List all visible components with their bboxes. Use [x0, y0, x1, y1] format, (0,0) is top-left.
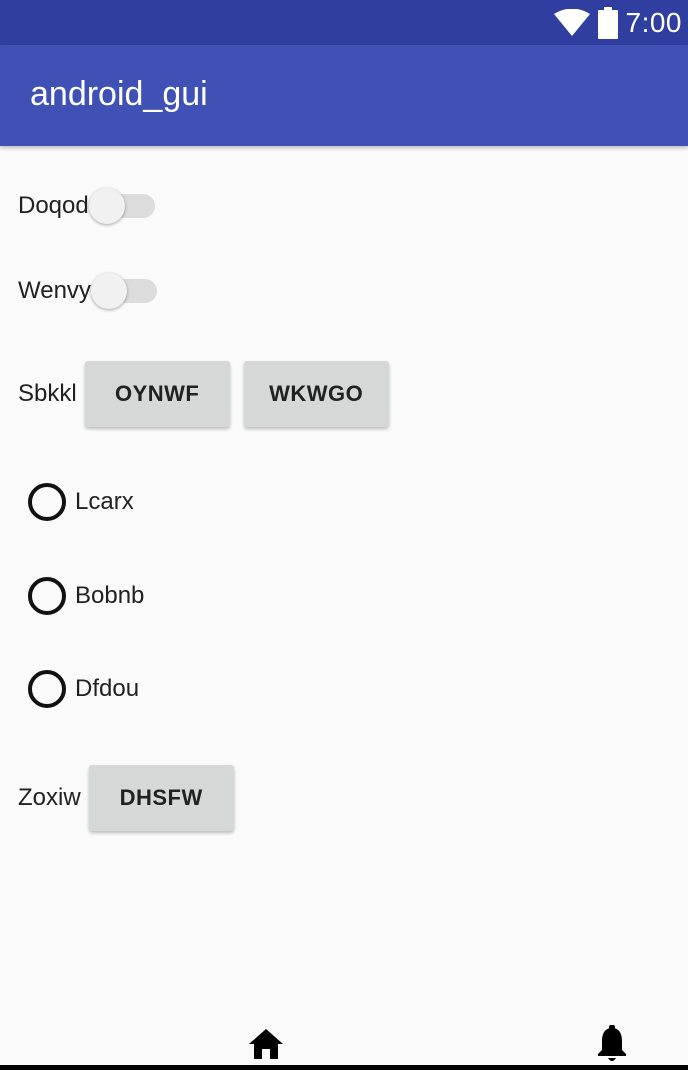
radio-lcarx[interactable]: Lcarx	[28, 483, 134, 521]
button-group-label: Zoxiw	[18, 784, 81, 811]
radio-label: Dfdou	[75, 675, 140, 702]
switch-row-doqod: Doqod	[18, 186, 155, 226]
radio-button[interactable]	[28, 670, 66, 708]
radio-dfdou[interactable]: Dfdou	[28, 670, 139, 708]
doqod-switch[interactable]	[88, 186, 155, 226]
radio-button[interactable]	[28, 483, 66, 521]
app-bar: android_gui	[0, 45, 688, 146]
radio-label: Lcarx	[75, 488, 134, 515]
battery-icon	[597, 6, 618, 39]
radio-label: Bobnb	[75, 582, 145, 609]
button-row-zoxiw: Zoxiw DHSFW	[18, 765, 234, 831]
switch-label: Doqod	[18, 192, 89, 219]
switch-row-wenvy: Wenvy	[18, 271, 157, 311]
oynwf-button[interactable]: OYNWF	[84, 361, 230, 427]
wkwgo-button[interactable]: WKWGO	[243, 361, 389, 427]
button-row-sbkkl: Sbkkl OYNWF WKWGO	[18, 361, 389, 427]
switch-thumb	[90, 273, 127, 309]
bottom-nav	[0, 1020, 688, 1070]
bell-icon[interactable]	[596, 1025, 628, 1068]
wenvy-switch[interactable]	[90, 271, 157, 311]
home-icon[interactable]	[248, 1028, 284, 1065]
radio-bobnb[interactable]: Bobnb	[28, 577, 144, 615]
nav-bar-line	[0, 1065, 688, 1070]
dhsfw-button[interactable]: DHSFW	[88, 765, 234, 831]
button-group-label: Sbkkl	[18, 380, 77, 407]
wifi-icon	[553, 8, 590, 37]
radio-button[interactable]	[28, 577, 66, 615]
app-title: android_gui	[30, 75, 208, 113]
switch-thumb	[88, 188, 125, 224]
status-time: 7:00	[625, 6, 682, 38]
status-icons: 7:00	[553, 0, 683, 45]
status-bar: 7:00	[0, 0, 688, 45]
switch-label: Wenvy	[18, 277, 91, 304]
